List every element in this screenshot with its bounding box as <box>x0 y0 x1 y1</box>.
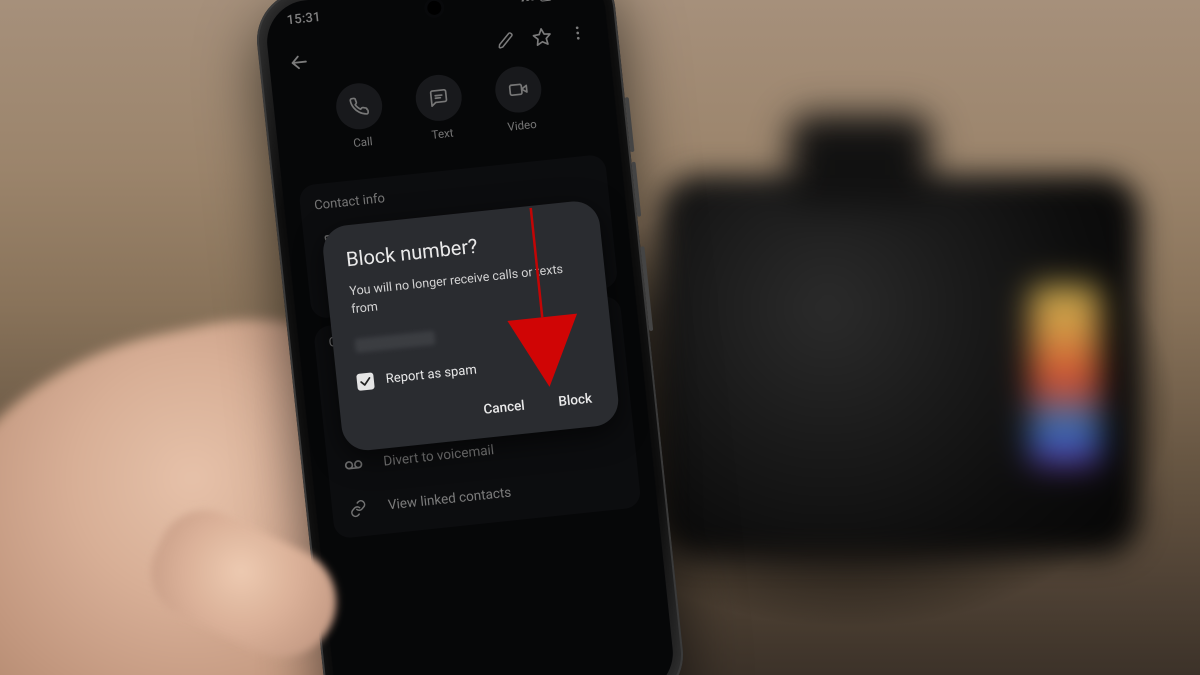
video-icon <box>507 79 529 101</box>
link-icon <box>345 498 371 518</box>
check-icon <box>358 374 372 388</box>
status-right: 61% <box>519 0 582 4</box>
back-button[interactable] <box>279 43 319 83</box>
report-spam-checkbox[interactable] <box>356 372 375 391</box>
text-action[interactable]: Text <box>413 73 466 143</box>
edit-button[interactable] <box>486 21 526 61</box>
text-action-circle <box>413 73 464 124</box>
call-action-label: Call <box>353 134 374 150</box>
linked-contacts-label: View linked contacts <box>387 485 512 514</box>
call-action-circle <box>334 81 385 132</box>
message-icon <box>428 87 450 109</box>
call-action[interactable]: Call <box>334 81 387 151</box>
status-time: 15:31 <box>286 9 321 27</box>
dialog-body-line2: from <box>351 300 379 318</box>
report-spam-label: Report as spam <box>385 362 477 386</box>
back-arrow-icon <box>288 51 310 73</box>
redacted-number <box>354 331 435 353</box>
favorite-button[interactable] <box>522 17 562 57</box>
cancel-button[interactable]: Cancel <box>478 389 530 426</box>
overflow-menu-button[interactable] <box>558 13 598 53</box>
phone-icon <box>348 95 370 117</box>
video-action-circle <box>493 64 544 115</box>
star-icon <box>531 26 553 48</box>
dialog-body: You will no longer receive calls or text… <box>349 259 589 356</box>
pencil-icon <box>496 31 516 51</box>
photo-scene: 15:31 61% <box>0 0 1200 675</box>
battery-icon <box>539 0 553 2</box>
background-camera-prop <box>660 175 1140 555</box>
text-action-label: Text <box>431 126 454 142</box>
block-button[interactable]: Block <box>553 382 598 418</box>
wifi-icon <box>519 0 535 2</box>
video-action[interactable]: Video <box>493 64 546 134</box>
block-number-dialog: Block number? You will no longer receive… <box>321 199 621 452</box>
voicemail-icon <box>341 454 367 476</box>
more-vert-icon <box>568 23 588 43</box>
video-action-label: Video <box>507 117 538 134</box>
